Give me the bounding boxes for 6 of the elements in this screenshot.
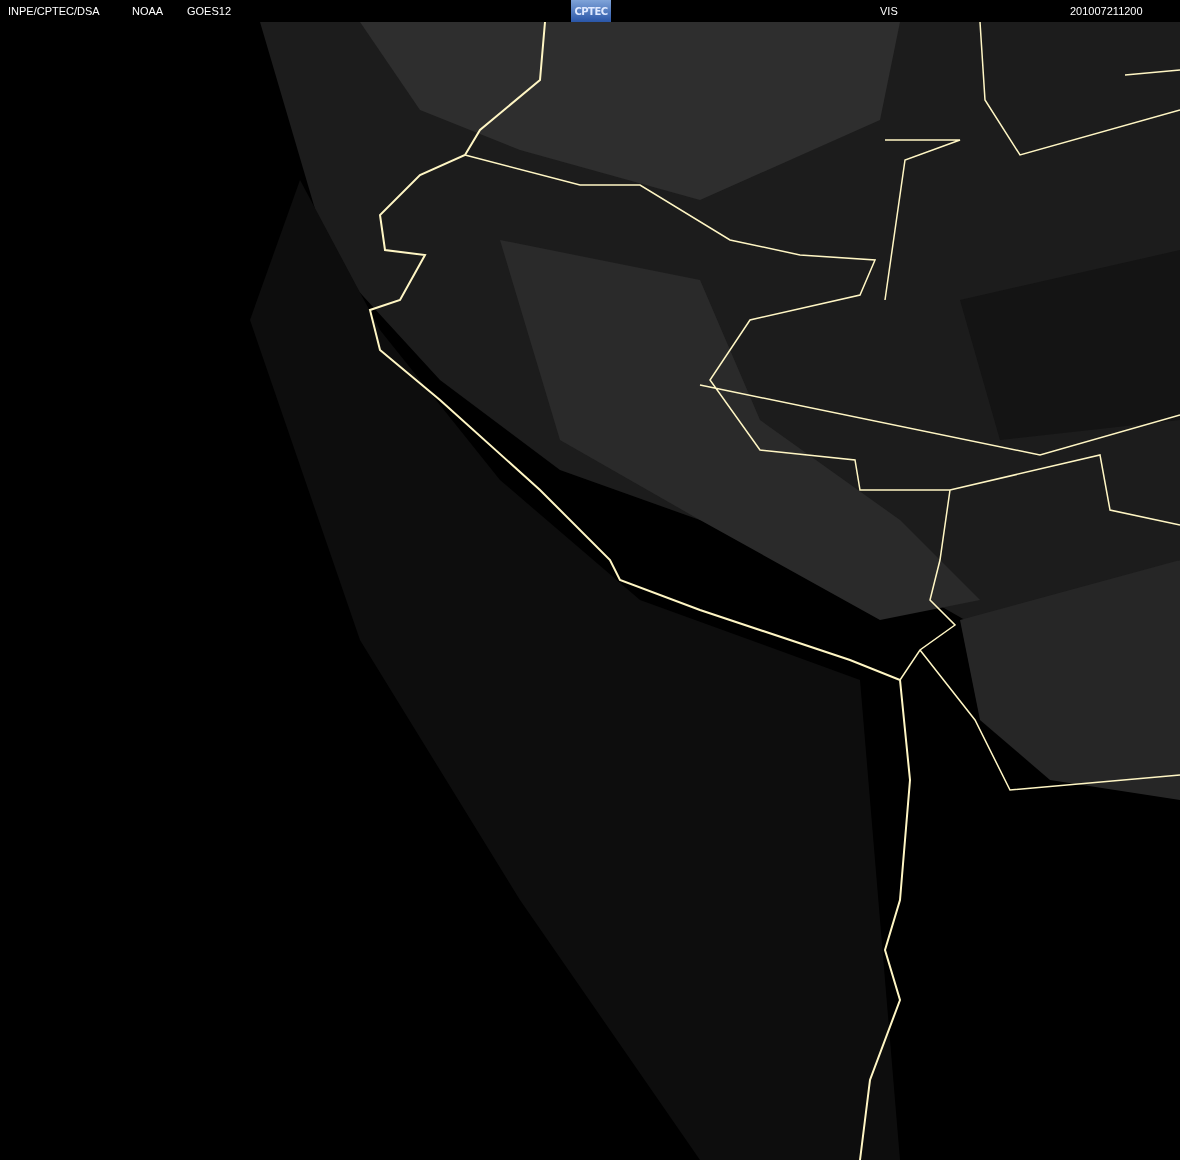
timestamp-label: 201007211200: [1070, 5, 1144, 17]
source-label: NOAA: [132, 5, 165, 17]
agency-label: INPE/CPTEC/DSA: [8, 5, 101, 17]
satellite-label: GOES12: [187, 5, 233, 17]
logo: CPTEC: [571, 0, 611, 22]
channel-label: VIS: [880, 5, 899, 17]
